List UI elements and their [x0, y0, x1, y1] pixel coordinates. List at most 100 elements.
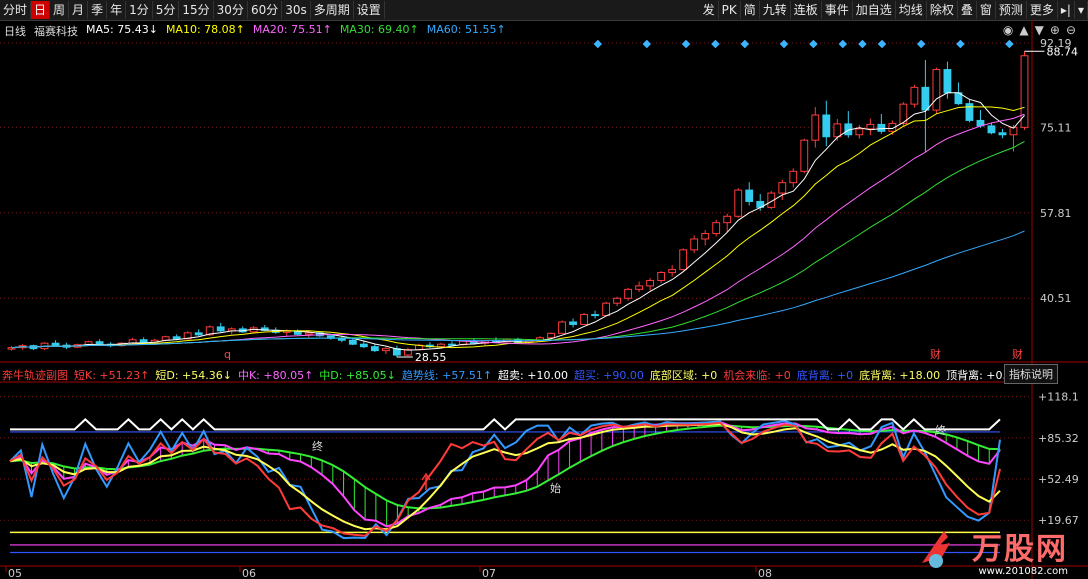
candle-body [745, 189, 754, 202]
price-tick-3: 40.51 [1040, 292, 1072, 305]
indicator-tick-0: +118.1 [1038, 391, 1079, 404]
watermark-url: www.201082.com [978, 566, 1068, 577]
candle-body [723, 215, 732, 224]
candle-body [668, 269, 677, 274]
indicator-tick-1: +85.32 [1038, 432, 1079, 445]
ma-line-5 [11, 92, 1025, 351]
candle-body [613, 297, 622, 304]
bull-logo-icon [922, 531, 950, 568]
candle-body [139, 339, 148, 343]
x-label-2: 07 [482, 567, 496, 579]
x-label-1: 06 [242, 567, 256, 579]
signal-diamond-9 [877, 39, 887, 49]
candle-body [789, 170, 798, 184]
candle-body [987, 125, 996, 134]
candle-body [591, 314, 599, 317]
main-chart[interactable]: 92.1975.1157.8140.51 88.7428.55 财财q +118.… [0, 0, 1088, 579]
up-icon[interactable]: ▲ [1019, 23, 1028, 37]
candle-body [95, 341, 104, 345]
candle-body [370, 346, 379, 352]
chart-controls: ◉ ▲ ▼ ⊕ ⊖ [1003, 23, 1076, 37]
candle-body [998, 132, 1007, 136]
indicator-legend-item-11: 底背离: +18.00 [859, 369, 941, 382]
candle-body [965, 103, 974, 121]
signal-diamond-12 [1005, 39, 1014, 49]
indicator-legend-item-3: 中K: +80.05↑ [237, 369, 314, 382]
indicator-legend-item-4: 中D: +85.05↓ [319, 369, 396, 382]
signal-diamond-1 [642, 39, 652, 49]
indicator-legend-item-10: 底背离: +0 [796, 369, 854, 382]
indicator-legend-item-0: 奔牛轨迹副图 [2, 369, 68, 382]
candle-body [778, 182, 787, 194]
indicator-help-button[interactable]: 指标说明 [1004, 364, 1058, 384]
signal-diamond-8 [858, 39, 867, 49]
candle-body [216, 326, 225, 332]
candle-body [635, 285, 644, 290]
candle-body [1020, 55, 1029, 128]
candle-body [855, 128, 864, 136]
indicator-legend-item-7: 超买: +90.00 [573, 369, 644, 382]
zoom-out-icon[interactable]: ⊖ [1066, 23, 1076, 37]
x-label-0: 05 [8, 567, 22, 579]
price-tick-2: 57.81 [1040, 207, 1072, 220]
signal-diamond-6 [809, 39, 818, 49]
signal-diamond-10 [916, 39, 926, 49]
candle-body [712, 222, 721, 235]
zoom-in-icon[interactable]: ⊕ [1050, 23, 1060, 37]
signal-diamond-4 [740, 39, 750, 49]
candle-body [877, 123, 886, 132]
signal-diamond-11 [956, 39, 965, 49]
indicator-legend-item-6: 超卖: +10.00 [498, 369, 568, 382]
candle-body [866, 123, 875, 130]
finance-mark-2: 财 [1012, 347, 1023, 361]
indicator-legend-item-9: 机会来临: +0 [723, 369, 791, 382]
end-mark-1: 终 [312, 439, 323, 453]
candle-body [646, 279, 655, 287]
start-mark: 始 [550, 481, 561, 495]
candle-body [910, 86, 919, 105]
candle-body [921, 86, 930, 111]
watermark-logo: 万股网 [972, 532, 1068, 567]
price-tick-1: 75.11 [1040, 121, 1072, 134]
indicator-legend-item-2: 短D: +54.36↓ [155, 369, 232, 382]
candle-body [811, 114, 820, 141]
candle-body [932, 69, 941, 111]
signal-diamond-2 [681, 39, 691, 49]
high-label: 88.74 [1046, 45, 1078, 58]
ma-line-60 [11, 230, 1025, 349]
signal-diamond-0 [593, 39, 603, 49]
candle-body [701, 233, 710, 240]
candle-body [547, 332, 555, 339]
indicator-legend-item-1: 短K: +51.23↑ [74, 369, 150, 382]
candle-body [602, 302, 610, 317]
eye-icon[interactable]: ◉ [1003, 23, 1013, 37]
candle-body [679, 249, 688, 271]
candle-body [161, 336, 170, 341]
short-d-line [9, 422, 1001, 531]
low-label: 28.55 [415, 351, 447, 364]
indicator-legend: 奔牛轨迹副图 短K: +51.23↑ 短D: +54.36↓ 中K: +80.05↑ 中… [2, 367, 1020, 382]
candle-body [381, 348, 390, 352]
candle-body [690, 238, 699, 251]
indicator-legend-item-5: 趋势线: +57.51↑ [401, 369, 493, 382]
ma-line-20 [11, 113, 1025, 349]
candle-body [943, 69, 952, 94]
candle-body [569, 321, 577, 325]
signal-diamond-7 [838, 39, 848, 49]
candle-body [437, 343, 445, 348]
candle-body [448, 343, 456, 346]
candle-body [304, 332, 313, 335]
candle-body [172, 336, 181, 340]
candle-body [348, 339, 357, 345]
end-mark-2: 终 [935, 423, 946, 437]
candle-body [194, 332, 203, 336]
candle-body [51, 342, 60, 346]
candle-body [624, 288, 633, 299]
ma-line-10 [11, 106, 1025, 349]
q-mark: q [224, 348, 231, 361]
down-icon[interactable]: ▼ [1035, 23, 1044, 37]
signal-diamond-5 [779, 39, 789, 49]
candle-body [734, 189, 743, 217]
indicator-legend-item-8: 底部区域: +0 [649, 369, 718, 382]
state-line [10, 418, 1001, 431]
